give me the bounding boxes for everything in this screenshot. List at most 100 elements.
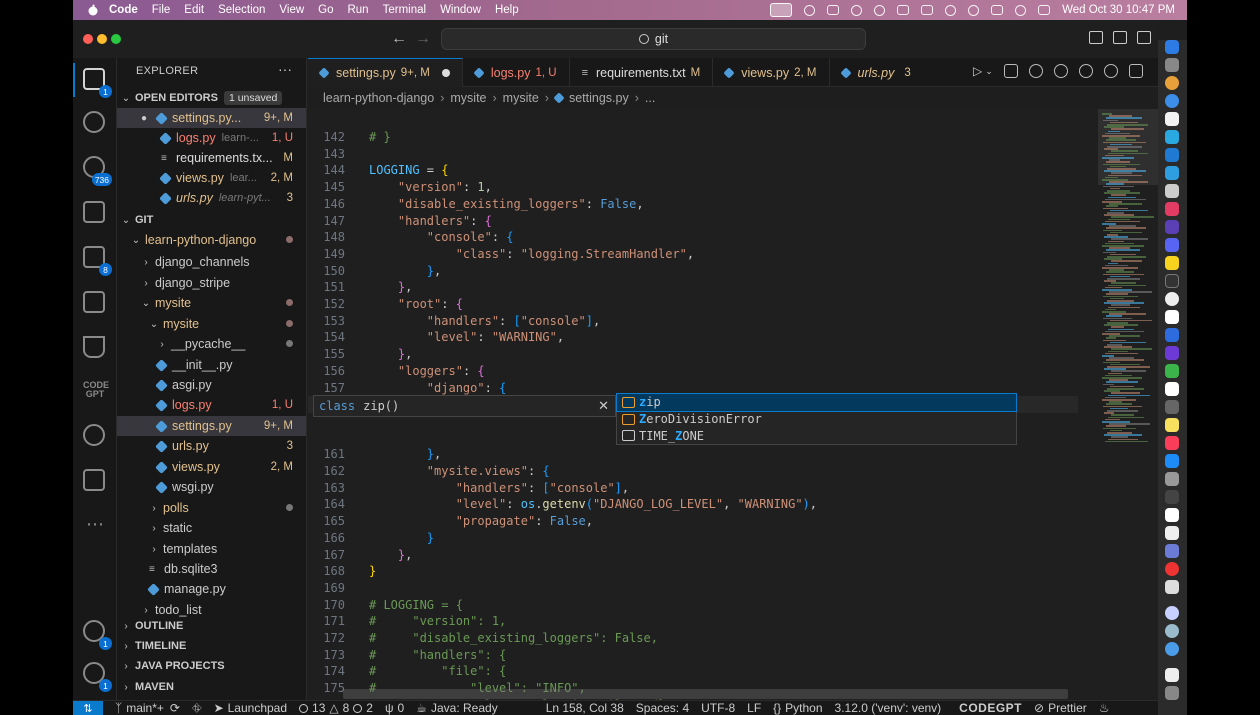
suggestion-item[interactable]: TIME_ Z ONE bbox=[617, 427, 1016, 444]
notes-icon[interactable] bbox=[1165, 418, 1179, 432]
menu-bar-clock[interactable]: Wed Oct 30 10:47 PM bbox=[1062, 4, 1175, 16]
code-line[interactable]: 148 "console": { bbox=[308, 229, 1078, 246]
open-editors-header[interactable]: ⌄ OPEN EDITORS 1 unsaved bbox=[117, 88, 306, 108]
branch-item[interactable]: ᛉ main*+ bbox=[115, 701, 164, 715]
breadcrumb-item[interactable]: settings.py bbox=[569, 91, 629, 105]
sync-icon[interactable]: ⟳ bbox=[170, 701, 180, 715]
timeline-section-header[interactable]: › TIMELINE bbox=[117, 636, 306, 656]
code-line[interactable]: 168} bbox=[308, 563, 1078, 580]
breadcrumb-item[interactable]: learn-python-django bbox=[323, 91, 434, 105]
dock-app-icon[interactable] bbox=[1165, 580, 1179, 594]
tree-file[interactable]: __init__.py bbox=[117, 355, 306, 375]
menu-edit[interactable]: Edit bbox=[184, 4, 204, 16]
more-views-icon[interactable]: ⋯ bbox=[83, 514, 107, 538]
tree-file-selected[interactable]: settings.py 9+, M bbox=[117, 416, 306, 436]
code-line[interactable]: 154 "level": "WARNING", bbox=[308, 329, 1078, 346]
trash-icon[interactable] bbox=[1165, 686, 1179, 700]
timeline-view-icon[interactable] bbox=[83, 424, 107, 448]
vscode-dock-icon[interactable] bbox=[1165, 148, 1179, 162]
notifications-bell-icon[interactable]: ♨ bbox=[1099, 701, 1110, 715]
tree-file[interactable]: urls.py 3 bbox=[117, 436, 306, 456]
java-projects-section-header[interactable]: › JAVA PROJECTS bbox=[117, 656, 306, 676]
run-dropdown-chevron-icon[interactable]: ⌄ bbox=[985, 66, 993, 78]
battery-icon[interactable] bbox=[991, 5, 1004, 15]
glasses-icon[interactable] bbox=[827, 5, 840, 15]
tree-folder[interactable]: › static bbox=[117, 518, 306, 538]
timeline-icon[interactable] bbox=[1103, 64, 1118, 78]
code-line[interactable]: 142 # } bbox=[308, 129, 1078, 146]
maximize-window-button[interactable] bbox=[111, 34, 121, 44]
code-line[interactable]: 150 }, bbox=[308, 263, 1078, 280]
toggle-panel-icon[interactable] bbox=[1113, 31, 1127, 44]
launchpad-item[interactable]: ➤ Launchpad bbox=[214, 701, 287, 715]
screen-mirroring-icon[interactable] bbox=[770, 3, 793, 17]
maven-section-header[interactable]: › MAVEN bbox=[117, 677, 306, 697]
dock-app-icon[interactable] bbox=[1165, 220, 1179, 234]
code-line[interactable]: 169 bbox=[308, 580, 1078, 597]
python-interpreter[interactable]: 3.12.0 ('venv': venv) bbox=[835, 701, 942, 715]
discord-icon[interactable] bbox=[1165, 238, 1179, 252]
end-of-line[interactable]: LF bbox=[747, 701, 761, 715]
dock-app-icon[interactable] bbox=[1165, 642, 1179, 656]
dock-app-icon[interactable] bbox=[1165, 382, 1179, 396]
dock-app-icon[interactable] bbox=[1165, 472, 1179, 486]
menu-run[interactable]: Run bbox=[347, 4, 368, 16]
open-editor-urls[interactable]: urls.py learn-pyt... 3 bbox=[117, 188, 306, 208]
messages-icon[interactable] bbox=[1165, 364, 1179, 378]
indentation[interactable]: Spaces: 4 bbox=[636, 701, 689, 715]
finder-icon[interactable] bbox=[1165, 40, 1179, 54]
code-line[interactable]: 167 }, bbox=[308, 547, 1078, 564]
code-line[interactable]: 173 # "handlers": { bbox=[308, 647, 1078, 664]
code-line[interactable]: 146 "disable_existing_loggers": False, bbox=[308, 196, 1078, 213]
dock-app-icon[interactable] bbox=[1165, 328, 1179, 342]
open-editor-views[interactable]: views.py lear... 2, M bbox=[117, 168, 306, 188]
code-line[interactable]: 144 LOGGING = { bbox=[308, 162, 1078, 179]
chrome-icon[interactable] bbox=[1165, 76, 1179, 90]
terminal-icon[interactable] bbox=[1165, 274, 1179, 288]
menu-selection[interactable]: Selection bbox=[218, 4, 265, 16]
git-graph-icon[interactable] bbox=[83, 469, 107, 493]
tab-settings[interactable]: settings.py 9+, M bbox=[308, 58, 463, 87]
code-line[interactable]: 152 "root": { bbox=[308, 296, 1078, 313]
language-mode[interactable]: {} Python bbox=[773, 701, 822, 715]
dock-app-icon[interactable] bbox=[1165, 606, 1179, 620]
tab-urls[interactable]: urls.py 3 bbox=[830, 58, 923, 87]
menu-terminal[interactable]: Terminal bbox=[383, 4, 426, 16]
explorer-icon[interactable]: 1 bbox=[83, 68, 112, 98]
breadcrumb-item[interactable]: ... bbox=[645, 91, 655, 105]
music-icon[interactable] bbox=[1165, 436, 1179, 450]
suggestion-item[interactable]: z ip bbox=[616, 393, 1017, 412]
minimap[interactable] bbox=[1098, 109, 1158, 700]
status-icon[interactable] bbox=[851, 4, 863, 16]
code-line[interactable]: 162 "mysite.views": { bbox=[308, 463, 1078, 480]
codegpt-status[interactable]: CODEGPT bbox=[959, 701, 1022, 715]
menu-go[interactable]: Go bbox=[318, 4, 333, 16]
dock-app-icon[interactable] bbox=[1165, 346, 1179, 360]
slack-icon[interactable] bbox=[1165, 202, 1179, 216]
bluetooth-icon[interactable] bbox=[945, 4, 957, 16]
brightness-icon[interactable] bbox=[874, 4, 886, 16]
tree-folder[interactable]: › templates bbox=[117, 539, 306, 559]
git-graph-status-icon[interactable]: ⛗ bbox=[192, 701, 202, 715]
remote-explorer-icon[interactable] bbox=[83, 291, 107, 315]
tab-requirements[interactable]: ≡ requirements.txt M bbox=[570, 58, 714, 87]
menu-file[interactable]: File bbox=[152, 4, 171, 16]
menu-help[interactable]: Help bbox=[495, 4, 519, 16]
tree-folder[interactable]: › polls bbox=[117, 498, 306, 518]
tree-file[interactable]: manage.py bbox=[117, 579, 306, 599]
notion-icon[interactable] bbox=[1165, 310, 1179, 324]
code-line[interactable]: 164 "level": os.getenv("DJANGO_LOG_LEVEL… bbox=[308, 496, 1078, 513]
cloud-icon[interactable] bbox=[804, 4, 816, 16]
run-python-icon[interactable]: ▷ bbox=[973, 64, 982, 78]
breadcrumb-item[interactable]: mysite bbox=[503, 91, 539, 105]
calendar-icon[interactable] bbox=[1165, 112, 1179, 126]
input-source-icon[interactable] bbox=[921, 5, 934, 15]
code-line[interactable]: 174 # "file": { bbox=[308, 663, 1078, 680]
unsaved-dot-icon[interactable]: ● bbox=[141, 113, 151, 124]
tree-file[interactable]: wsgi.py bbox=[117, 477, 306, 497]
search-view-icon[interactable] bbox=[83, 111, 107, 135]
toggle-primary-sidebar-icon[interactable] bbox=[1089, 31, 1103, 44]
dock-app-icon[interactable] bbox=[1165, 624, 1179, 638]
outline-section-header[interactable]: › OUTLINE bbox=[117, 616, 306, 636]
close-window-button[interactable] bbox=[83, 34, 93, 44]
